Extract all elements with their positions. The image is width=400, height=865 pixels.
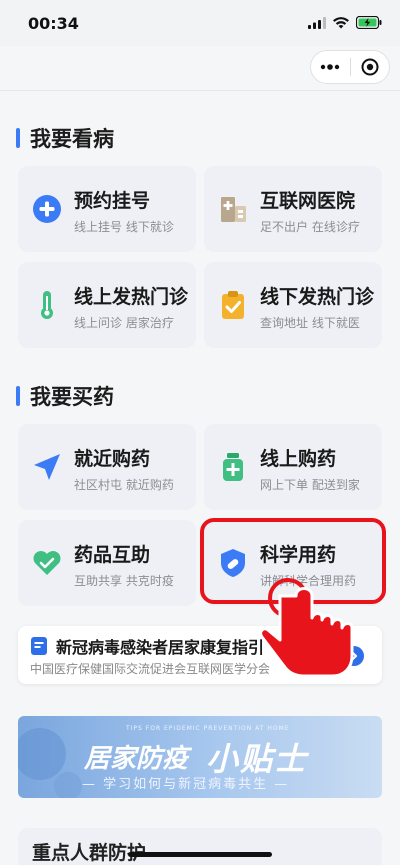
card-subtitle: 网上下单 配送到家	[260, 478, 360, 492]
notice-title: 新冠病毒感染者居家康复指引	[56, 638, 265, 657]
card-title: 线上发热门诊	[74, 286, 189, 308]
section-title-buy-medicine: 我要买药	[16, 381, 114, 411]
miniprogram-capsule	[310, 50, 390, 84]
virus-decoration-icon	[18, 728, 82, 798]
card-subtitle: 线上挂号 线下就诊	[74, 220, 174, 234]
card-subtitle: 社区村屯 就近购药	[74, 478, 174, 492]
status-time: 00:34	[28, 14, 79, 33]
document-icon	[31, 637, 47, 655]
battery-charging-icon	[356, 16, 382, 29]
header-divider	[0, 90, 400, 91]
card-medicine-mutual-aid[interactable]: 药品互助 互助共享 共克时疫	[18, 520, 196, 606]
section-accent-bar	[16, 386, 20, 406]
thermometer-icon	[41, 291, 53, 319]
banner-tips-caption: TIPS FOR EPIDEMIC PREVENTION AT HOME	[126, 725, 290, 732]
signal-icon	[308, 16, 326, 29]
status-bar: 00:34	[0, 0, 400, 46]
card-title: 线下发热门诊	[260, 286, 375, 308]
target-close-icon	[361, 58, 379, 76]
card-internet-hospital[interactable]: 互联网医院 足不出户 在线诊疗	[204, 166, 382, 252]
location-arrow-icon	[34, 454, 60, 480]
hospital-building-icon	[221, 197, 246, 222]
card-title: 互联网医院	[260, 190, 356, 212]
card-title: 就近购药	[74, 448, 151, 470]
card-subtitle: 互助共享 共克时疫	[74, 574, 174, 588]
card-online-fever-clinic[interactable]: 线上发热门诊 线上问诊 居家治疗	[18, 262, 196, 348]
clipboard-check-icon	[222, 291, 244, 319]
card-title: 预约挂号	[74, 190, 151, 212]
card-title: 线上购药	[260, 448, 337, 470]
notice-subtitle: 中国医疗保健国际交流促进会互联网医学分会	[30, 662, 271, 676]
card-subtitle: 足不出户 在线诊疗	[260, 220, 360, 234]
home-indicator	[128, 852, 272, 857]
close-miniprogram-button[interactable]	[350, 51, 389, 83]
more-options-button[interactable]	[311, 51, 350, 83]
card-offline-fever-clinic[interactable]: 线下发热门诊 查询地址 线下就医	[204, 262, 382, 348]
status-icons	[308, 16, 382, 29]
card-title: 药品互助	[74, 544, 151, 566]
pointing-hand-icon	[259, 578, 354, 678]
card-subtitle: 查询地址 线下就医	[260, 316, 360, 330]
card-appointment[interactable]: 预约挂号 线上挂号 线下就诊	[18, 166, 196, 252]
card-online-pharmacy[interactable]: 线上购药 网上下单 配送到家	[204, 424, 382, 510]
banner-home-prevention-tips[interactable]: TIPS FOR EPIDEMIC PREVENTION AT HOME 居家防…	[18, 716, 382, 798]
heart-hands-icon	[33, 551, 61, 575]
section-accent-bar	[16, 128, 20, 148]
card-subtitle: 线上问诊 居家治疗	[74, 316, 174, 330]
section-key-groups-protection[interactable]: 重点人群防护	[18, 828, 382, 865]
plus-circle-icon	[33, 195, 61, 223]
card-nearby-pharmacy[interactable]: 就近购药 社区村屯 就近购药	[18, 424, 196, 510]
more-dots-icon	[321, 64, 340, 70]
section-title-see-doctor: 我要看病	[16, 123, 114, 153]
banner-title-left: 居家防疫	[84, 744, 189, 774]
wifi-icon	[333, 16, 349, 28]
medicine-bottle-icon	[223, 453, 243, 481]
banner-slogan: — 学习如何与新冠病毒共生 —	[82, 777, 290, 792]
